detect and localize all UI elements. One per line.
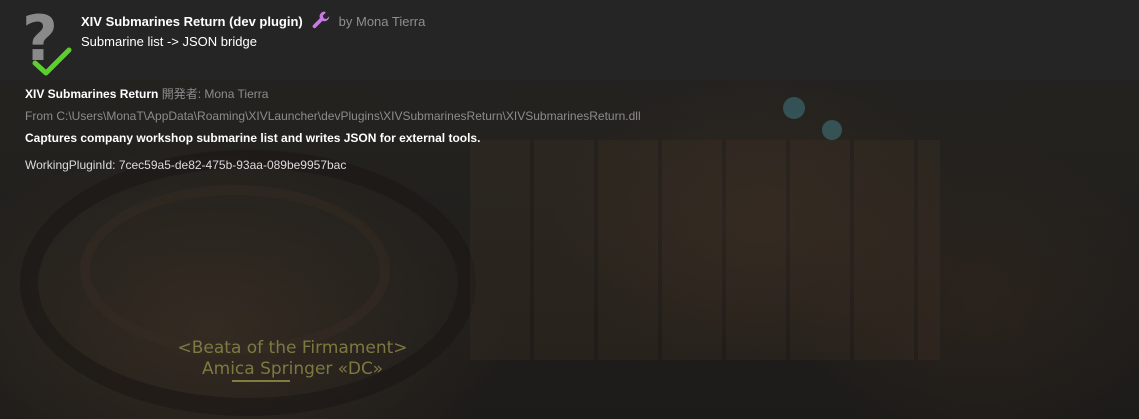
plugin-author: by Mona Tierra — [338, 14, 426, 29]
nameplate-underline — [232, 380, 290, 382]
game-nameplate: <Beata of the Firmament> Amica Springer … — [150, 338, 435, 382]
wrench-icon — [312, 11, 330, 29]
developer-label: 開発者: Mona Tierra — [161, 87, 269, 101]
nameplate-title: <Beata of the Firmament> — [177, 338, 408, 358]
background-wooden-wall — [470, 140, 940, 360]
background-platform-inner-ring — [80, 185, 390, 355]
plugin-path: From C:\Users\MonaT\AppData\Roaming\XIVL… — [25, 109, 641, 123]
nameplate-name: Amica Springer «DC» — [202, 359, 383, 379]
plugin-subtitle: Submarine list -> JSON bridge — [81, 34, 257, 49]
plugin-title-row: XIV Submarines Return (dev plugin) by Mo… — [81, 10, 425, 30]
plugin-description: Captures company workshop submarine list… — [25, 131, 481, 145]
plugin-entry-header[interactable]: ? XIV Submarines Return (dev plugin) by … — [0, 0, 1139, 80]
plugin-icon: ? — [18, 6, 78, 76]
background-lamp — [822, 120, 842, 140]
working-plugin-id: WorkingPluginId: 7cec59a5-de82-475b-93aa… — [25, 158, 347, 172]
plugin-name-row: XIV Submarines Return 開発者: Mona Tierra — [25, 87, 268, 101]
plugin-name: XIV Submarines Return — [25, 87, 159, 101]
checkmark-icon — [32, 47, 72, 76]
background-lamp — [783, 97, 805, 119]
plugin-title: XIV Submarines Return (dev plugin) — [81, 14, 303, 29]
